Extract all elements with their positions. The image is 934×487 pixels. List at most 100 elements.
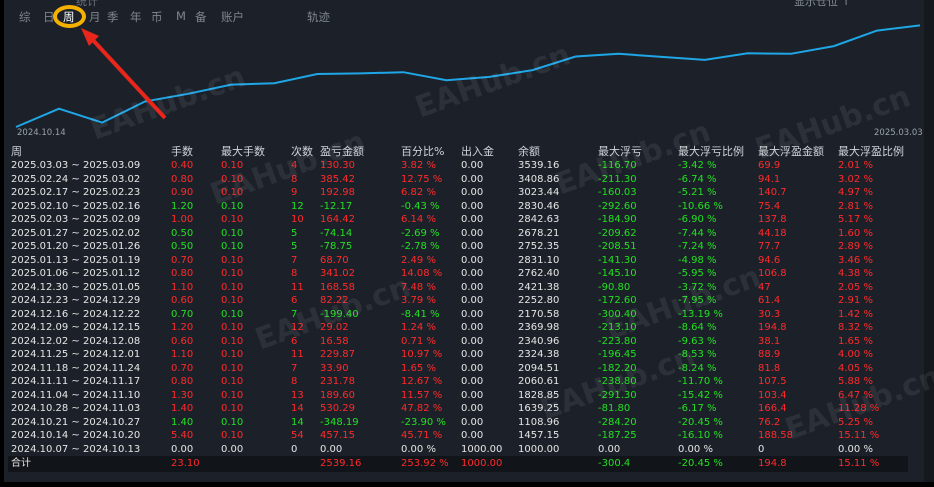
table-cell: 2025.03.03 ~ 2025.03.09: [11, 160, 141, 171]
total-cell: -300.4: [595, 456, 675, 472]
table-cell: 2025.02.10 ~ 2025.02.16: [11, 200, 141, 212]
table-row[interactable]: 2025.02.24 ~ 2025.03.02 0.80 0.10 8 385.42 12…: [8, 173, 908, 187]
table-cell: 1.00: [171, 214, 194, 225]
table-cell: 0.10: [221, 376, 244, 387]
column-header[interactable]: 最大手数: [218, 143, 288, 159]
table-cell: 0.00: [461, 200, 484, 212]
column-header[interactable]: 次数: [288, 143, 317, 159]
total-cell: [515, 456, 595, 472]
table-cell: 12.75 %: [401, 173, 443, 185]
table-row[interactable]: 2024.10.14 ~ 2024.10.20 5.40 0.10 54 457.15 4…: [8, 429, 908, 443]
table-cell: 229.87: [320, 349, 355, 360]
right-scrollbar[interactable]: [924, 0, 934, 487]
table-cell: 0.10: [221, 362, 244, 374]
table-cell: 2.89 %: [838, 241, 873, 252]
column-header[interactable]: 周: [8, 143, 168, 159]
column-header[interactable]: 手数: [168, 143, 218, 159]
table-row[interactable]: 2025.01.06 ~ 2025.01.12 0.80 0.10 8 341.02 14…: [8, 267, 908, 281]
table-row[interactable]: 2024.12.02 ~ 2024.12.08 0.60 0.10 6 16.58 0.7…: [8, 335, 908, 349]
table-cell: 0.00: [461, 268, 484, 279]
table-cell: 0.00: [461, 362, 484, 374]
table-cell: 68.70: [320, 254, 349, 266]
table-cell: -172.60: [598, 295, 637, 306]
table-cell: 231.78: [320, 376, 355, 387]
table-row[interactable]: 2025.02.17 ~ 2025.02.23 0.90 0.10 9 192.98 6.…: [8, 186, 908, 200]
table-cell: -6.74 %: [678, 173, 717, 185]
table-cell: 0.00: [461, 281, 484, 293]
table-cell: -8.24 %: [678, 362, 717, 374]
table-row[interactable]: 2024.11.18 ~ 2024.11.24 0.70 0.10 7 33.90 1.6…: [8, 362, 908, 376]
table-cell: 0.50: [171, 241, 194, 252]
table-cell: 2024.10.28 ~ 2024.11.03: [11, 403, 141, 414]
table-cell: 168.58: [320, 281, 355, 293]
table-cell: 11: [291, 349, 304, 360]
table-row[interactable]: 2024.11.04 ~ 2024.11.10 1.30 0.10 13 189.60 1…: [8, 389, 908, 403]
bottom-strip: [0, 482, 934, 487]
table-row[interactable]: 2024.11.11 ~ 2024.11.17 0.80 0.10 8 231.78 12…: [8, 375, 908, 389]
table-cell: 3.02 %: [838, 173, 873, 185]
column-header[interactable]: 最大浮亏: [595, 143, 675, 159]
table-cell: 2060.61: [518, 376, 560, 387]
table-cell: 5: [291, 241, 298, 252]
table-cell: 2678.21: [518, 227, 560, 239]
table-cell: 2762.40: [518, 268, 560, 279]
table-row[interactable]: 2025.02.10 ~ 2025.02.16 1.20 0.10 12 -12.17 -…: [8, 200, 908, 214]
column-header[interactable]: 百分比%: [398, 143, 458, 159]
table-row[interactable]: 2025.03.03 ~ 2025.03.09 0.40 0.10 4 130.30 3.…: [8, 159, 908, 173]
table-cell: 103.4: [758, 389, 787, 401]
table-cell: 14: [291, 416, 304, 428]
column-header[interactable]: 最大浮盈比例: [835, 143, 908, 159]
table-cell: 341.02: [320, 268, 355, 279]
table-row[interactable]: 2024.12.09 ~ 2024.12.15 1.20 0.10 12 29.02 1.…: [8, 321, 908, 335]
table-cell: 45.71 %: [401, 430, 443, 441]
table-row[interactable]: 2024.10.21 ~ 2024.10.27 1.40 0.10 14 -348.19…: [8, 416, 908, 430]
column-header[interactable]: 出入金: [458, 143, 515, 159]
table-row[interactable]: 2025.01.27 ~ 2025.02.02 0.50 0.10 5 -74.14 -2…: [8, 227, 908, 241]
table-cell: 0.00: [461, 295, 484, 306]
table-cell: 1.40: [171, 403, 194, 414]
table-cell: 1.10: [171, 281, 194, 293]
table-cell: 0.00: [221, 443, 244, 455]
table-row[interactable]: 2025.01.20 ~ 2025.01.26 0.50 0.10 5 -78.75 -2…: [8, 240, 908, 254]
column-header[interactable]: 最大浮盈金额: [755, 143, 835, 159]
table-row[interactable]: 2025.01.13 ~ 2025.01.19 0.70 0.10 7 68.70 2.4…: [8, 254, 908, 268]
table-cell: 2024.11.25 ~ 2024.12.01: [11, 349, 141, 360]
table-cell: 2170.58: [518, 308, 560, 320]
column-header[interactable]: 余额: [515, 143, 595, 159]
table-cell: 0.00: [461, 376, 484, 387]
table-cell: -291.30: [598, 389, 637, 401]
table-cell: 4.00 %: [838, 349, 873, 360]
total-cell: 1000.00: [458, 456, 515, 472]
table-cell: 5: [291, 227, 298, 239]
table-cell: 5.88 %: [838, 376, 873, 387]
table-row[interactable]: 2025.02.03 ~ 2025.02.09 1.00 0.10 10 164.42 6…: [8, 213, 908, 227]
table-cell: 0.10: [221, 241, 244, 252]
table-cell: 82.22: [320, 295, 349, 306]
table-cell: 385.42: [320, 173, 355, 185]
table-row[interactable]: 2024.10.07 ~ 2024.10.13 0.00 0.00 0 0.00 0.00…: [8, 443, 908, 457]
table-cell: 1.65 %: [838, 335, 873, 347]
table-cell: 2024.12.02 ~ 2024.12.08: [11, 335, 141, 347]
table-row[interactable]: 2024.12.23 ~ 2024.12.29 0.60 0.10 6 82.22 3.7…: [8, 294, 908, 308]
table-row[interactable]: 2024.10.28 ~ 2024.11.03 1.40 0.10 14 530.29 4…: [8, 402, 908, 416]
balance-chart: 2024.10.14 2025.03.03: [15, 24, 923, 138]
table-cell: 3.46 %: [838, 254, 873, 266]
table-row[interactable]: 2024.12.30 ~ 2025.01.05 1.10 0.10 11 168.58 7…: [8, 281, 908, 295]
table-cell: 0.00: [461, 322, 484, 333]
table-cell: 2024.12.16 ~ 2024.12.22: [11, 308, 141, 320]
table-row[interactable]: 2024.12.16 ~ 2024.12.22 0.70 0.10 7 -199.40 -…: [8, 308, 908, 322]
table-cell: 0.00: [461, 173, 484, 185]
table-cell: 5.25 %: [838, 416, 873, 428]
table-row[interactable]: 2024.11.25 ~ 2024.12.01 1.10 0.10 11 229.87 1…: [8, 348, 908, 362]
table-cell: 0.10: [221, 322, 244, 333]
table-cell: 106.8: [758, 268, 787, 279]
column-header[interactable]: 最大浮亏比例: [675, 143, 755, 159]
table-cell: 2025.02.24 ~ 2025.03.02: [11, 173, 141, 185]
table-cell: 0.00: [461, 214, 484, 225]
table-cell: 0.00: [461, 187, 484, 198]
table-cell: -211.30: [598, 173, 637, 185]
table-cell: 2024.12.30 ~ 2025.01.05: [11, 281, 141, 293]
table-cell: 0.00: [461, 430, 484, 441]
column-header[interactable]: 盈亏金额: [317, 143, 398, 159]
table-cell: 33.90: [320, 362, 349, 374]
